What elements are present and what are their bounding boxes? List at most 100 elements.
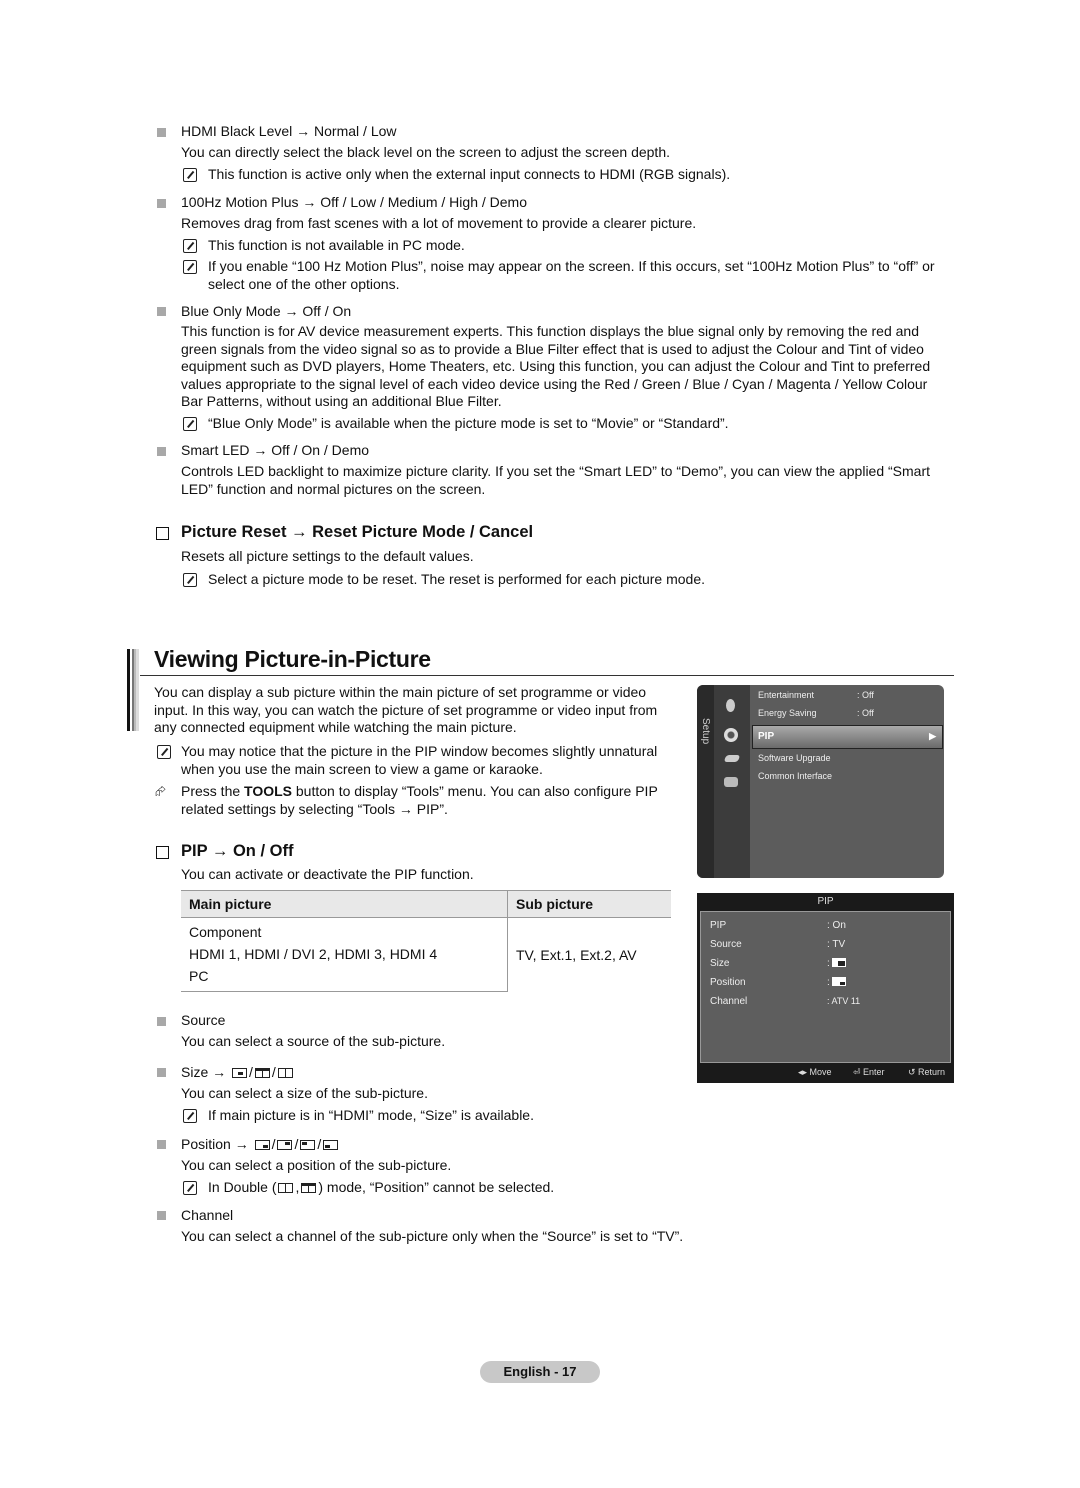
note-text: If you enable “100 Hz Motion Plus”, nois…	[208, 258, 935, 292]
move-hint: ◂▸ Move	[798, 1067, 832, 1078]
checkbox-icon	[156, 846, 169, 859]
section-heading: HDMI Black Level → Normal / Low	[181, 123, 397, 139]
position-top-right-icon	[277, 1140, 293, 1150]
menu-title: PIP	[817, 896, 834, 907]
table-cell: HDMI 1, HDMI / DVI 2, HDMI 3, HDMI 4	[189, 946, 438, 962]
tv-setup-menu: Setup Entertainment : Off Energy Saving …	[697, 685, 944, 878]
bullet-icon	[157, 1068, 166, 1077]
section-body: You can select a size of the sub-picture…	[181, 1085, 428, 1101]
section-body: You can select a position of the sub-pic…	[181, 1157, 452, 1173]
bullet-icon	[157, 1211, 166, 1220]
menu-item-value: : Off	[857, 690, 874, 700]
note-text: This function is not available in PC mod…	[208, 237, 465, 253]
tv-pip-menu: PIP PIP : On Source : TV Size : Position…	[697, 893, 954, 1083]
note-icon	[183, 1181, 197, 1195]
menu-item-common-interface[interactable]: Common Interface	[758, 771, 832, 781]
section-heading: Source	[181, 1012, 226, 1028]
section-heading: Blue Only Mode → Off / On	[181, 303, 352, 319]
section-heading: 100Hz Motion Plus → Off / Low / Medium /…	[181, 194, 527, 210]
double-wide-icon	[301, 1183, 317, 1193]
note-icon	[183, 1109, 197, 1123]
position-row-label[interactable]: Position	[710, 977, 746, 988]
pip-row-value: : On	[827, 920, 846, 931]
table-header-row: Main picture Sub picture	[181, 890, 671, 918]
pip-row-label[interactable]: PIP	[710, 920, 726, 931]
table-cell: PC	[181, 965, 508, 992]
position-top-left-icon	[300, 1140, 316, 1150]
note-text: In Double (,) mode, “Position” cannot be…	[208, 1179, 555, 1195]
menu-item-value: : Off	[857, 708, 874, 718]
tools-text-pre: Press the	[181, 783, 245, 799]
note-text: If main picture is in “HDMI” mode, “Size…	[208, 1107, 534, 1123]
source-row-value: : TV	[827, 939, 846, 950]
menu-item-label: PIP	[758, 731, 775, 742]
chevron-right-icon: ▶	[929, 731, 936, 741]
note-text-pre: In Double (	[208, 1179, 277, 1195]
size-double-wide-icon	[254, 1068, 270, 1078]
size-double-icon	[277, 1068, 293, 1078]
title-decoration-bar	[127, 649, 139, 731]
tools-button-name: TOOLS	[244, 783, 292, 799]
checkbox-icon	[156, 527, 169, 540]
section-body: You can activate or deactivate the PIP f…	[181, 866, 474, 882]
pip-compatibility-table: Main picture Sub picture Component TV, E…	[181, 890, 671, 992]
section-body: Resets all picture settings to the defau…	[181, 548, 474, 564]
section-heading: Channel	[181, 1207, 234, 1223]
bullet-icon	[157, 128, 166, 137]
note-icon	[183, 168, 197, 182]
menu-item-entertainment[interactable]: Entertainment	[758, 690, 814, 700]
channel-row-label[interactable]: Channel	[710, 996, 747, 1007]
note-icon	[183, 417, 197, 431]
source-row-label[interactable]: Source	[710, 939, 742, 950]
bullet-icon	[157, 307, 166, 316]
table-header-sub: Sub picture	[507, 890, 671, 918]
note-text: “Blue Only Mode” is available when the p…	[208, 415, 729, 431]
title-divider	[140, 675, 954, 676]
enter-icon: ⏎	[853, 1067, 864, 1077]
input-icon	[723, 755, 741, 762]
position-bottom-left-icon	[323, 1140, 339, 1150]
menu-category-label: Setup	[700, 718, 711, 745]
section-body: You can select a source of the sub-pictu…	[181, 1033, 446, 1049]
position-bottom-right-icon	[254, 1140, 270, 1150]
menu-item-software-upgrade[interactable]: Software Upgrade	[758, 753, 831, 763]
size-row-colon: :	[827, 958, 830, 969]
size-row-value: :	[827, 958, 846, 969]
return-icon: ↺	[908, 1067, 919, 1077]
bullet-icon	[157, 199, 166, 208]
note-icon	[157, 745, 171, 759]
menu-side-rail	[697, 685, 714, 878]
size-small-icon	[232, 1068, 248, 1078]
note-text: You may notice that the picture in the P…	[181, 743, 658, 777]
tools-icon: ⮳	[155, 783, 167, 799]
note-icon	[183, 239, 197, 253]
position-row-value: :	[827, 977, 846, 988]
return-label: Return	[918, 1067, 946, 1077]
bullet-icon	[157, 447, 166, 456]
position-heading-text: Position →	[181, 1136, 249, 1152]
note-icon	[183, 260, 197, 274]
table-cell-sub: TV, Ext.1, Ext.2, AV	[507, 917, 671, 992]
table-row: Component TV, Ext.1, Ext.2, AV	[181, 917, 671, 992]
support-icon	[724, 777, 738, 787]
size-small-icon	[831, 958, 846, 967]
section-body: You can select a channel of the sub-pict…	[181, 1228, 684, 1244]
tools-text: Press the TOOLS button to display “Tools…	[181, 783, 661, 818]
size-row-label[interactable]: Size	[710, 958, 729, 969]
size-heading: Size → / /	[181, 1064, 295, 1082]
position-bottom-right-icon	[831, 977, 846, 986]
menu-item-energy-saving[interactable]: Energy Saving	[758, 708, 817, 718]
bullet-icon	[157, 1017, 166, 1026]
return-hint: ↺ Return	[908, 1067, 945, 1078]
bullet-icon	[157, 1140, 166, 1149]
menu-body: PIP : On Source : TV Size : Position : C…	[700, 911, 951, 1063]
move-label: Move	[809, 1067, 832, 1077]
enter-hint: ⏎ Enter	[853, 1067, 885, 1078]
channel-icon	[726, 699, 735, 712]
table-cell: Component	[189, 924, 262, 940]
subsection-heading: PIP → On / Off	[181, 842, 294, 860]
menu-item-pip-selected[interactable]: PIP ▶	[752, 725, 943, 749]
note-text: This function is active only when the ex…	[208, 166, 731, 182]
note-text: Select a picture mode to be reset. The r…	[208, 571, 705, 587]
section-body: You can directly select the black level …	[181, 144, 671, 160]
